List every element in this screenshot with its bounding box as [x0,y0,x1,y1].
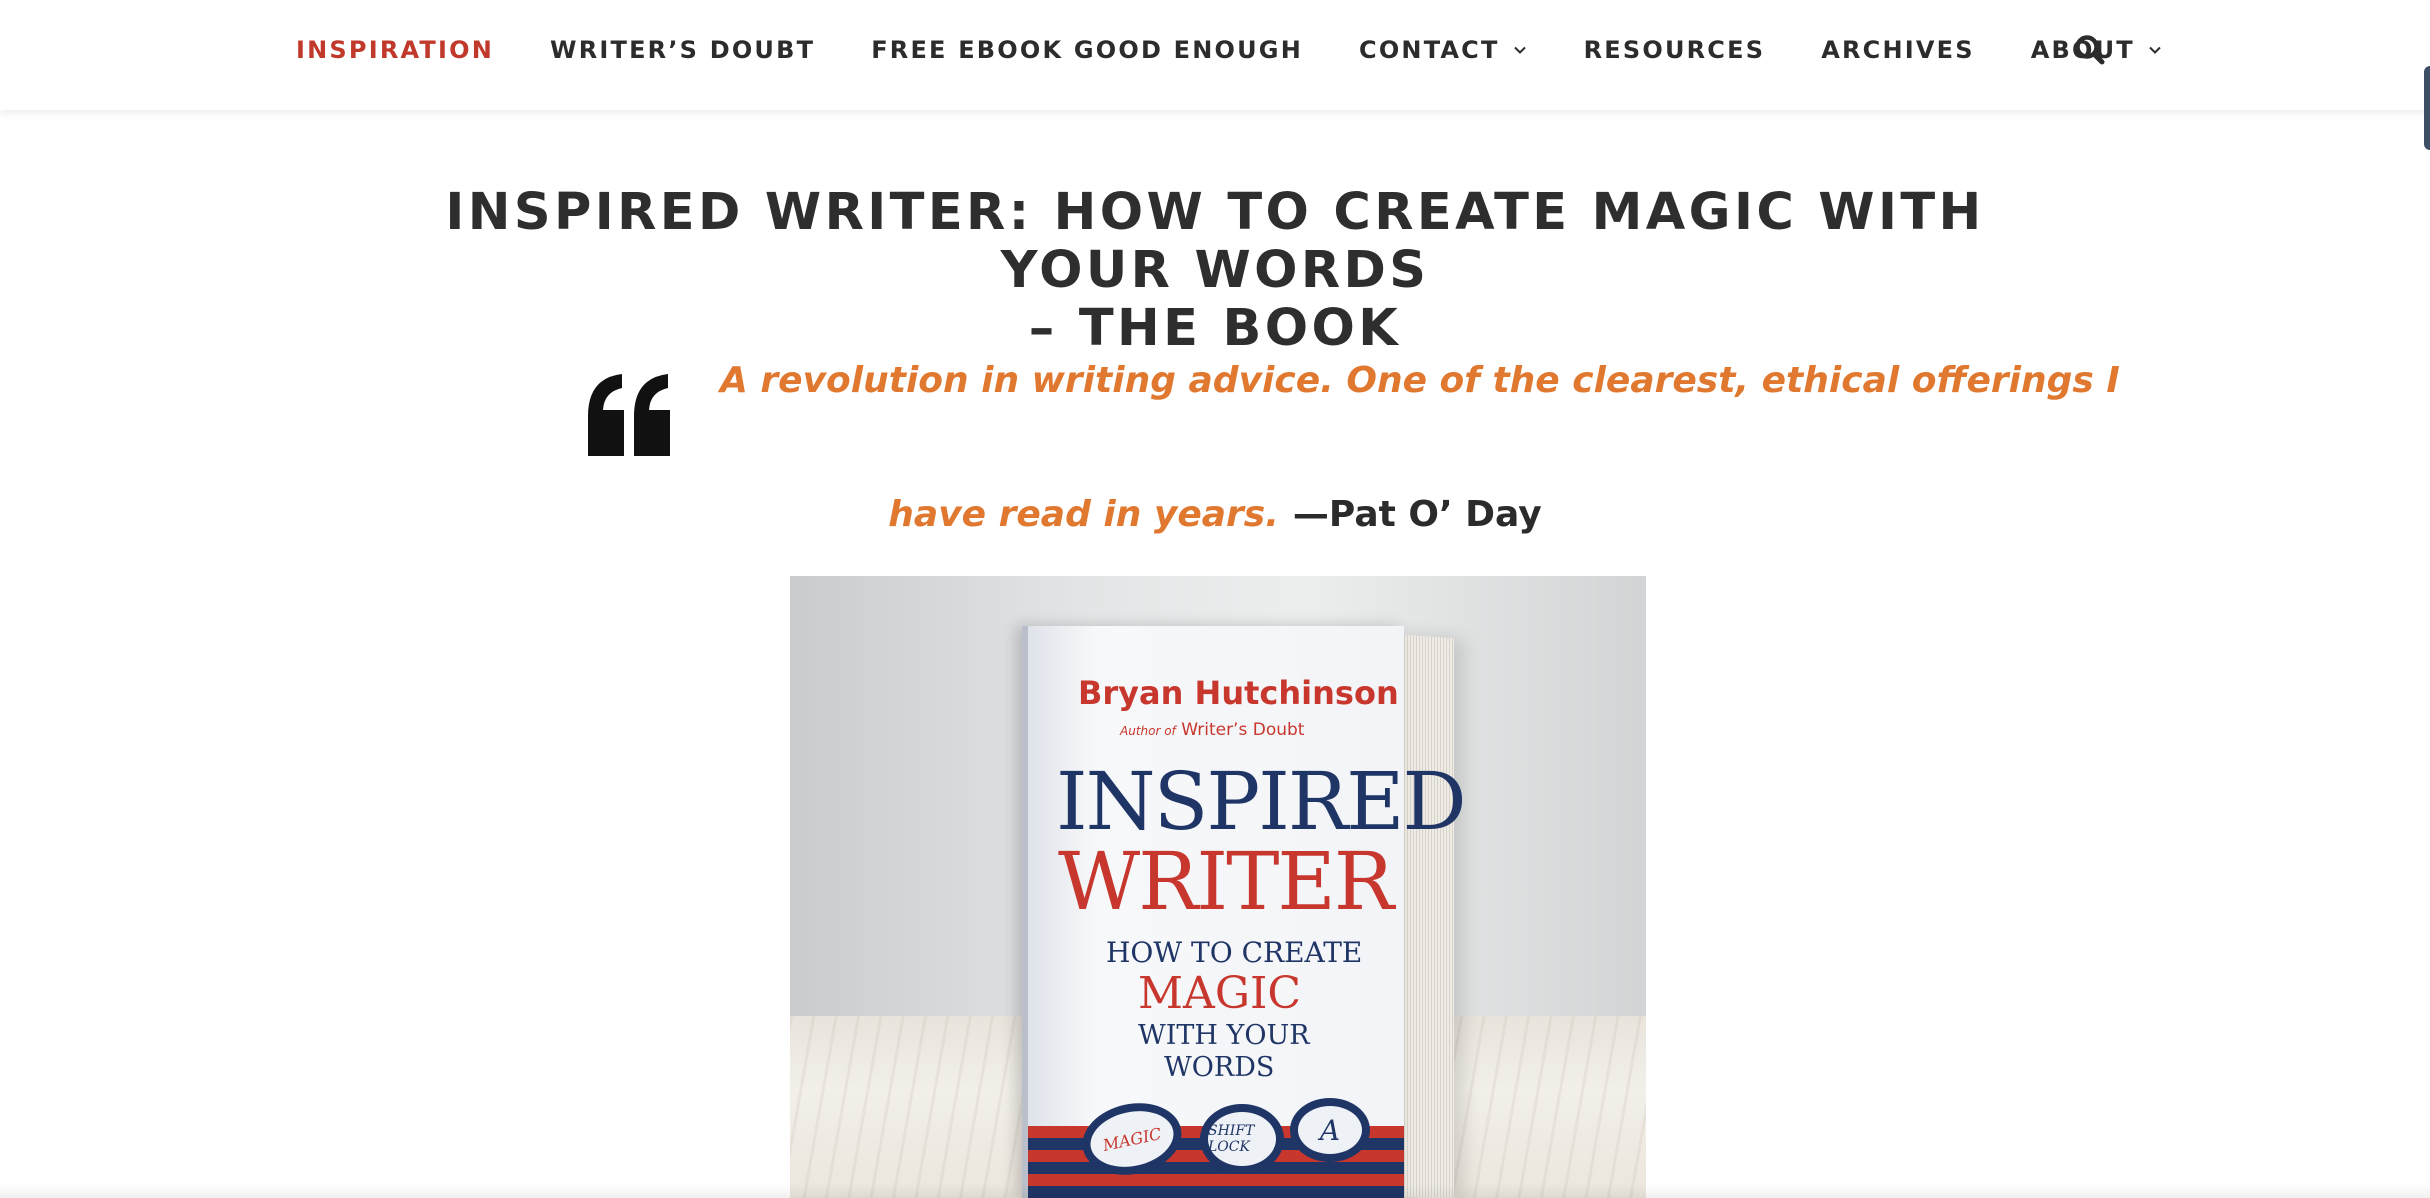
side-tab[interactable] [2424,66,2430,150]
cover-title-word-2: WRITER [1058,835,1394,928]
nav-item-contact[interactable]: CONTACT [1359,36,1528,64]
nav-item-label: INSPIRATION [296,36,495,64]
nav-item-resources[interactable]: RESOURCES [1584,36,1766,64]
bottom-shadow [0,1184,2430,1198]
testimonial-quote-end: have read in years. [888,494,1279,535]
nav-item-free-ebook[interactable]: FREE EBOOK GOOD ENOUGH [871,36,1303,64]
search-button[interactable] [2072,32,2108,68]
cover-author: Bryan Hutchinson [1078,674,1399,712]
chevron-down-icon [1512,42,1528,58]
title-line-1: INSPIRED WRITER: HOW TO CREATE MAGIC WIT… [445,183,1985,300]
cover-subtitle-3: WITH YOUR [1138,1020,1310,1051]
nav-item-writers-doubt[interactable]: WRITER’S DOUBT [550,36,815,64]
cover-author-of-title: Writer’s Doubt [1181,720,1305,740]
typewriter-key-shift-lock: SHIFT LOCK [1200,1104,1284,1174]
testimonial-author: —Pat O’ Day [1292,494,1542,535]
nav-item-inspiration[interactable]: INSPIRATION [296,36,494,64]
book-cover-image: Bryan Hutchinson Author of Writer’s Doub… [790,576,1646,1198]
quote-open-icon [586,372,672,458]
book-cover: Bryan Hutchinson Author of Writer’s Doub… [1022,626,1467,1198]
site-header: INSPIRATION WRITER’S DOUBT FREE EBOOK GO… [0,0,2430,150]
page-title: INSPIRED WRITER: HOW TO CREATE MAGIC WIT… [380,184,2050,358]
testimonial-quote-line-1: A revolution in writing advice. One of t… [720,360,2120,401]
cover-subtitle-4: WORDS [1164,1052,1275,1083]
nav-item-label: ARCHIVES [1821,36,1975,64]
typewriter-key-a: A [1290,1098,1370,1162]
title-line-2: – THE BOOK [1028,299,1402,358]
chevron-down-icon [2147,42,2163,58]
main-nav: INSPIRATION WRITER’S DOUBT FREE EBOOK GO… [296,0,2219,100]
nav-item-label: CONTACT [1359,36,1500,64]
cover-subtitle-2: MAGIC [1138,968,1302,1019]
nav-item-archives[interactable]: ARCHIVES [1821,36,1975,64]
nav-item-label: FREE EBOOK GOOD ENOUGH [871,36,1303,64]
cover-subtitle-1: HOW TO CREATE [1106,936,1363,969]
testimonial-quote-line-2: have read in years. —Pat O’ Day [0,494,2430,535]
page: INSPIRATION WRITER’S DOUBT FREE EBOOK GO… [0,0,2430,1198]
search-icon [2072,35,2108,72]
cover-author-of-prefix: Author of [1120,724,1176,738]
nav-item-label: RESOURCES [1583,36,1766,64]
cover-title-word-1: INSPIRED [1056,755,1467,848]
cover-author-of: Author of Writer’s Doubt [1120,720,1304,740]
nav-item-label: WRITER’S DOUBT [550,36,816,64]
